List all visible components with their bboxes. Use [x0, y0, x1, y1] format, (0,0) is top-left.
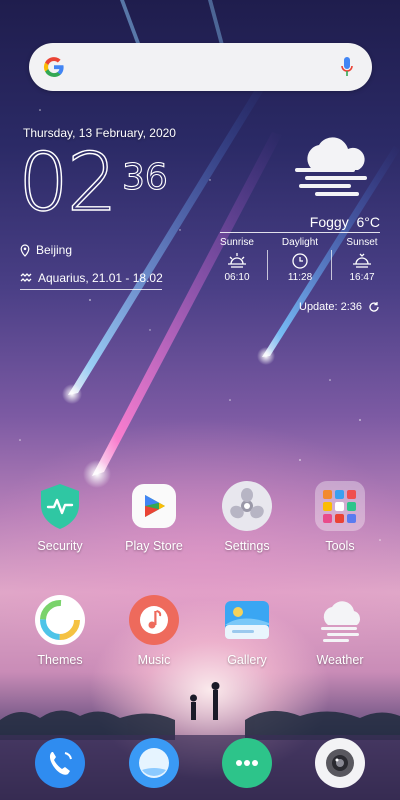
divider	[267, 250, 268, 280]
sunset-value: 16:47	[349, 272, 375, 283]
dock-camera[interactable]	[301, 738, 379, 788]
app-label: Weather	[316, 653, 364, 667]
app-themes[interactable]: Themes	[21, 595, 99, 667]
tools-folder-icon	[315, 481, 365, 531]
app-tools-folder[interactable]: Tools	[301, 481, 379, 553]
location: Beijing	[20, 243, 72, 257]
app-weather[interactable]: Weather	[301, 595, 379, 667]
location-pin-icon	[20, 243, 30, 257]
phone-icon	[35, 738, 85, 788]
app-label: Themes	[37, 653, 83, 667]
sunset-icon	[353, 253, 371, 268]
divider	[220, 232, 380, 233]
sunset-info: Sunset 16:47	[332, 237, 392, 283]
sunset-label: Sunset	[346, 237, 378, 248]
messages-icon	[222, 738, 272, 788]
weather-update[interactable]: Update: 2:36	[299, 301, 380, 313]
dock-phone[interactable]	[21, 738, 99, 788]
zodiac: Aquarius, 21.01 - 18.02	[20, 271, 163, 285]
sunrise-icon	[228, 253, 246, 268]
app-label: Security	[37, 539, 83, 553]
dock-messages[interactable]	[208, 738, 286, 788]
app-label: Music	[137, 653, 171, 667]
settings-icon	[222, 481, 272, 531]
microphone-icon[interactable]	[340, 55, 354, 79]
camera-icon	[315, 738, 365, 788]
app-music[interactable]: Music	[115, 595, 193, 667]
weather-temperature: 6°C	[356, 214, 381, 230]
fog-weather-icon[interactable]	[291, 136, 375, 202]
sunrise-value: 06:10	[224, 272, 250, 283]
location-text: Beijing	[36, 243, 73, 257]
zodiac-text: Aquarius, 21.01 - 18.02	[38, 271, 163, 285]
weather-condition-text: Foggy	[309, 214, 349, 230]
clock-icon	[292, 253, 308, 269]
daylight-label: Daylight	[281, 237, 319, 248]
app-label: Tools	[325, 539, 355, 553]
update-text: Update: 2:36	[299, 301, 362, 313]
clock-minutes[interactable]: 36	[121, 159, 168, 196]
daylight-value: 11:28	[287, 272, 313, 283]
security-icon	[35, 481, 85, 531]
play-store-icon	[129, 481, 179, 531]
app-settings[interactable]: Settings	[208, 481, 286, 553]
themes-icon	[35, 595, 85, 645]
weather-condition: Foggy 6°C	[310, 214, 380, 230]
app-gallery[interactable]: Gallery	[208, 595, 286, 667]
weather-app-icon	[315, 595, 365, 645]
sunrise-label: Sunrise	[220, 237, 254, 248]
app-label: Settings	[224, 539, 270, 553]
divider	[20, 289, 162, 290]
google-search-bar[interactable]	[29, 43, 372, 91]
app-play-store[interactable]: Play Store	[115, 481, 193, 553]
app-label: Play Store	[125, 539, 183, 553]
music-icon	[129, 595, 179, 645]
dock-browser[interactable]	[115, 738, 193, 788]
aquarius-icon	[20, 273, 32, 282]
app-label: Gallery	[227, 653, 267, 667]
google-g-icon	[43, 57, 64, 78]
app-security[interactable]: Security	[21, 481, 99, 553]
wallpaper	[0, 0, 400, 800]
refresh-icon[interactable]	[368, 301, 380, 313]
gallery-icon	[222, 595, 272, 645]
clock-hours[interactable]: 02	[17, 142, 118, 223]
browser-icon	[129, 738, 179, 788]
daylight-info: Daylight 11:28	[270, 237, 330, 283]
sunrise-info: Sunrise 06:10	[207, 237, 267, 283]
